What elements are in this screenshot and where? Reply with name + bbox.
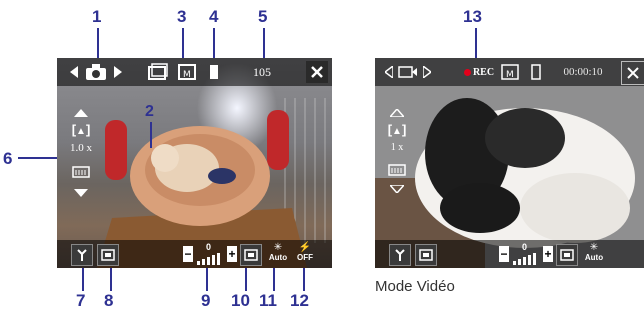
- videocam-icon[interactable]: [397, 62, 419, 82]
- camera-icon[interactable]: [84, 61, 108, 83]
- video-zoom-out-icon[interactable]: [377, 184, 417, 198]
- next-mode-icon[interactable]: [113, 64, 123, 80]
- video-brightness-value: 0: [522, 242, 528, 252]
- close-button[interactable]: [306, 61, 328, 83]
- recording-timer: 00:00:10: [563, 66, 603, 78]
- video-brightness-minus-button[interactable]: −: [499, 246, 509, 262]
- zoom-in-icon[interactable]: [61, 108, 101, 122]
- video-zoom-level: 1 x: [390, 142, 404, 153]
- video-close-button[interactable]: [621, 61, 644, 85]
- video-resolution-icon[interactable]: [415, 244, 437, 266]
- callout-2-line: [150, 122, 152, 148]
- video-prev-mode-icon[interactable]: [384, 64, 394, 80]
- callout-13: 13: [463, 7, 482, 26]
- brightness-value: 0: [206, 242, 212, 252]
- video-capture-mode-icon[interactable]: M: [499, 62, 521, 82]
- callout-12: 12: [290, 291, 309, 310]
- photo-bottom-bar: − 0 + ✳ Auto ⚡ OFF: [57, 240, 332, 268]
- settings-icon[interactable]: [71, 244, 93, 266]
- callout-3: 3: [177, 7, 187, 26]
- callout-6: 6: [3, 149, 13, 168]
- white-balance-auto-icon[interactable]: ✳ Auto: [267, 243, 289, 265]
- video-white-balance-auto-label: Auto: [584, 253, 604, 262]
- brightness-minus-button[interactable]: −: [183, 246, 193, 262]
- callout-1: 1: [92, 7, 102, 26]
- brightness-plus-button[interactable]: +: [227, 246, 237, 262]
- video-zoom-in-icon[interactable]: [377, 107, 417, 122]
- video-capture-size-icon: [377, 164, 417, 182]
- brightness-scale[interactable]: 0: [195, 242, 225, 266]
- capture-mode-icon[interactable]: M: [176, 62, 198, 82]
- callout-2: 2: [145, 103, 154, 120]
- zoom-out-icon[interactable]: [61, 188, 101, 202]
- video-zoom-panel: [▲] 1 x: [377, 107, 417, 198]
- video-mode-caption: Mode Vidéo: [375, 278, 455, 295]
- svg-text:M: M: [183, 70, 191, 80]
- callout-7: 7: [76, 291, 86, 310]
- video-self-timer-icon[interactable]: [556, 244, 578, 266]
- callout-9: 9: [201, 291, 211, 310]
- flash-off-label: OFF: [297, 253, 313, 262]
- video-top-bar: REC M 00:00:10: [375, 58, 644, 86]
- prev-mode-icon[interactable]: [69, 64, 79, 80]
- rec-indicator: REC: [461, 65, 497, 79]
- white-balance-auto-label: Auto: [268, 253, 288, 262]
- callout-5: 5: [258, 7, 268, 26]
- video-next-mode-icon[interactable]: [422, 64, 432, 80]
- rec-label: REC: [472, 66, 495, 78]
- svg-text:M: M: [506, 70, 514, 80]
- resolution-icon[interactable]: [97, 244, 119, 266]
- rec-dot-icon: [463, 68, 471, 76]
- video-memory-card-icon: [530, 62, 542, 82]
- focus-icon: [▲]: [71, 122, 91, 137]
- memory-card-icon: [208, 62, 220, 82]
- callout-10: 10: [231, 291, 250, 310]
- video-brightness-scale[interactable]: 0: [511, 242, 541, 266]
- shots-remaining: 105: [253, 64, 271, 79]
- zoom-level: 1.0 x: [70, 142, 92, 154]
- video-settings-icon[interactable]: [389, 244, 411, 266]
- zoom-panel: [▲] 1.0 x: [61, 108, 101, 202]
- video-bottom-bar: − 0 + ✳ Auto: [375, 240, 644, 268]
- photo-mode-screen: M 105 [▲] 1.0 x 2 − 0 + ✳ Auto ⚡ OFF: [57, 58, 332, 268]
- callout-11: 11: [259, 291, 277, 310]
- video-brightness-plus-button[interactable]: +: [543, 246, 553, 262]
- photo-top-bar: M 105: [57, 58, 332, 86]
- capture-size-icon: [61, 166, 101, 184]
- video-mode-screen: REC M 00:00:10 [▲] 1 x − 0 + ✳ Auto: [375, 58, 644, 268]
- review-album-icon[interactable]: [147, 62, 169, 82]
- callout-4: 4: [209, 7, 219, 26]
- self-timer-icon[interactable]: [240, 244, 262, 266]
- video-white-balance-auto-icon[interactable]: ✳ Auto: [583, 243, 605, 265]
- flash-off-icon[interactable]: ⚡ OFF: [294, 243, 316, 265]
- video-focus-icon: [▲]: [387, 122, 407, 137]
- callout-8: 8: [104, 291, 114, 310]
